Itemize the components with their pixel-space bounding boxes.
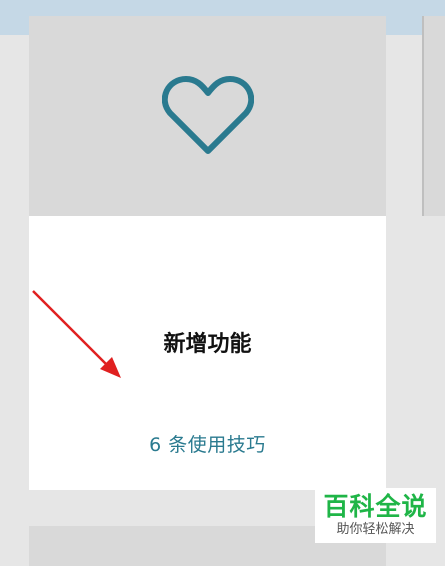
watermark-logo: 百科全说 助你轻松解决 [315, 488, 436, 543]
watermark-title: 百科全说 [323, 492, 428, 521]
feature-card[interactable]: 新增功能 6 条使用技巧 [29, 16, 386, 490]
card-hero-image [29, 16, 386, 216]
watermark-subtitle: 助你轻松解决 [336, 522, 415, 537]
next-card-partial[interactable] [422, 16, 445, 216]
tips-link[interactable]: 6 条使用技巧 [29, 430, 386, 457]
card-title: 新增功能 [163, 332, 252, 357]
heart-icon [161, 76, 254, 154]
